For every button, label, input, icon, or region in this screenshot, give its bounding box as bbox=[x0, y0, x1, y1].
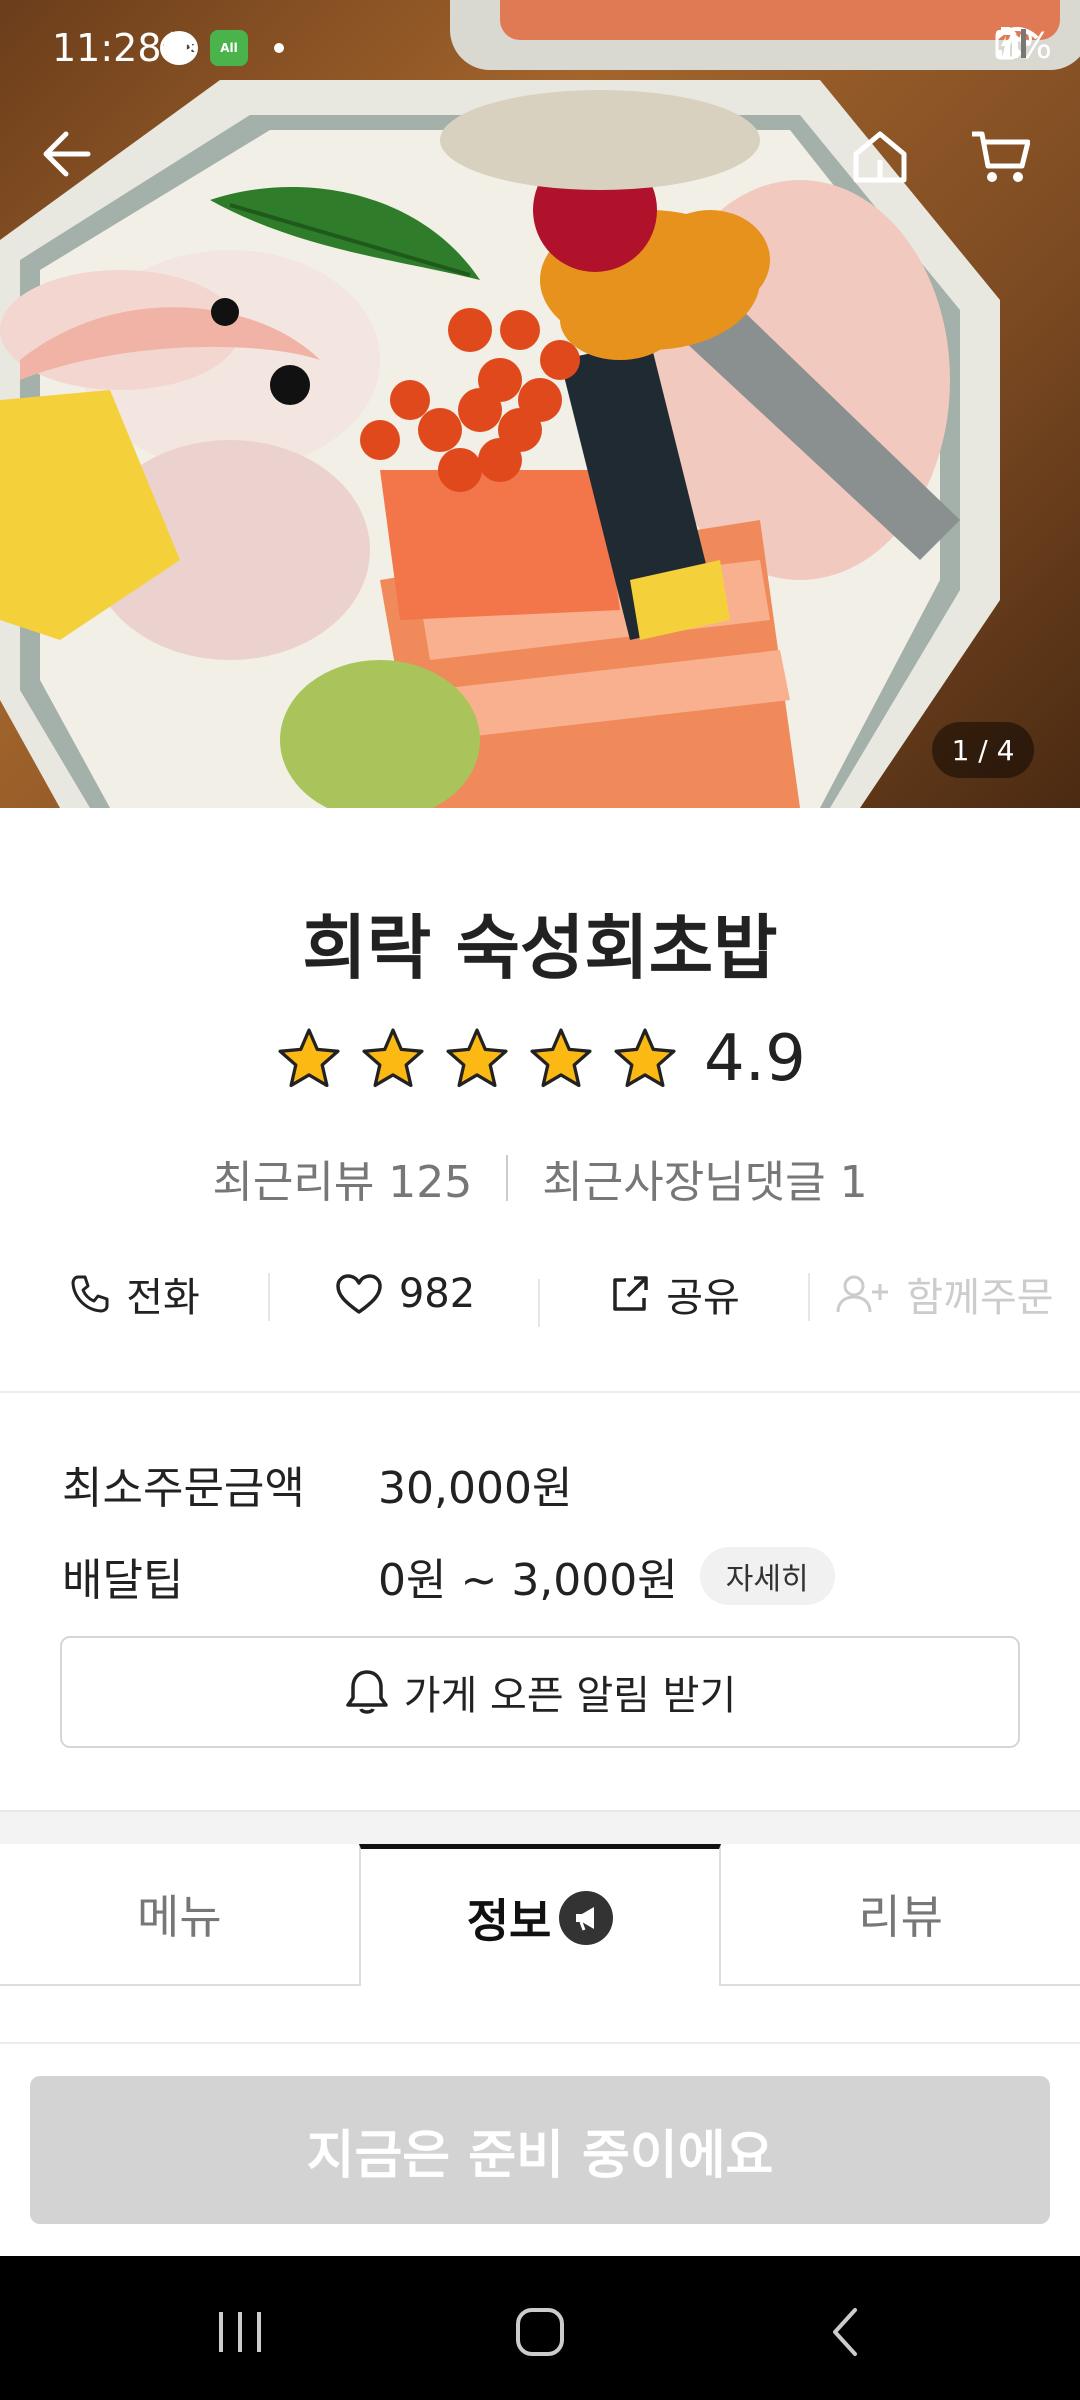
tab-review-label: 리뷰 bbox=[858, 1890, 943, 1944]
status-time: 11:28 bbox=[52, 26, 162, 70]
delivery-tip-label: 배달팁 bbox=[62, 1555, 184, 1606]
store-name: 희락 숙성회초밥 bbox=[302, 907, 778, 989]
system-status: 7% bbox=[995, 26, 1052, 67]
star-icon bbox=[446, 1028, 508, 1088]
cart-icon bbox=[972, 131, 1030, 182]
divider bbox=[506, 1155, 509, 1201]
open-notification-button[interactable]: 가게 오픈 알림 받기 bbox=[60, 1636, 1020, 1748]
sushi-bowl-image bbox=[0, 0, 1080, 808]
min-order-label: 최소주문금액 bbox=[62, 1463, 305, 1514]
recent-apps-button[interactable] bbox=[200, 2292, 280, 2372]
min-order-value: 30,000원 bbox=[378, 1463, 573, 1514]
rating-value: 4.9 bbox=[704, 1022, 806, 1096]
more-notifications-dot bbox=[274, 43, 284, 53]
delivery-tip-detail-button[interactable]: 자세히 bbox=[699, 1547, 835, 1605]
recent-reviews-link[interactable]: 최근리뷰 125 bbox=[212, 1146, 472, 1210]
delivery-tip-value: 0원 ~ 3,000원 bbox=[378, 1555, 678, 1606]
share-icon bbox=[613, 1276, 648, 1311]
cart-button[interactable] bbox=[970, 130, 1040, 200]
call-button[interactable]: 전화 bbox=[0, 1265, 270, 1323]
all-app-icon: All bbox=[210, 30, 248, 66]
tab-menu-label: 메뉴 bbox=[137, 1890, 222, 1944]
status-bar: 11:28 TALK All bbox=[0, 0, 1080, 100]
home-square-icon bbox=[516, 2308, 564, 2356]
home-icon bbox=[853, 131, 907, 183]
section-divider bbox=[0, 1391, 1080, 1393]
like-count: 982 bbox=[398, 1271, 476, 1317]
group-order-label: 함께주문 bbox=[906, 1275, 1054, 1321]
section-gap bbox=[0, 1810, 1080, 1844]
tab-info[interactable]: 정보 bbox=[358, 1844, 722, 1986]
star-icon bbox=[278, 1028, 340, 1088]
home-button[interactable] bbox=[852, 130, 922, 200]
order-button-disabled[interactable]: 지금은 준비 중이에요 bbox=[30, 2076, 1050, 2224]
bell-icon bbox=[345, 1670, 388, 1714]
review-summary: 최근리뷰 125 최근사장님댓글 1 bbox=[0, 1146, 1080, 1210]
star-icon bbox=[362, 1028, 424, 1088]
system-navigation-bar bbox=[0, 2256, 1080, 2400]
back-arrow-icon bbox=[43, 131, 91, 177]
like-button[interactable]: 982 bbox=[270, 1271, 540, 1327]
tab-info-label: 정보 bbox=[466, 1893, 552, 1948]
rating: 4.9 bbox=[276, 1022, 806, 1096]
notification-icons: TALK All bbox=[160, 30, 284, 66]
delivery-tip-row: 배달팁 0원 ~ 3,000원 자세히 bbox=[62, 1544, 835, 1608]
store-photo[interactable]: 11:28 TALK All bbox=[0, 0, 1080, 808]
battery-charging-icon bbox=[995, 27, 1014, 59]
store-tabs: 메뉴 정보 리뷰 bbox=[0, 1844, 1080, 1986]
tab-review[interactable]: 리뷰 bbox=[721, 1844, 1080, 1986]
image-page-indicator: 1 / 4 bbox=[932, 722, 1034, 778]
star-icon bbox=[614, 1028, 676, 1088]
phone-icon bbox=[71, 1275, 109, 1313]
back-chevron-icon bbox=[833, 2308, 857, 2356]
megaphone-icon bbox=[559, 1890, 614, 1945]
recent-apps-icon bbox=[219, 2312, 261, 2352]
home-nav-button[interactable] bbox=[500, 2292, 580, 2372]
section-divider bbox=[0, 2042, 1080, 2044]
action-bar: 전화 982 공유 함께주문 bbox=[0, 1254, 1080, 1334]
group-order-button[interactable]: 함께주문 bbox=[810, 1265, 1080, 1323]
heart-icon bbox=[336, 1274, 382, 1314]
call-label: 전화 bbox=[126, 1275, 200, 1321]
back-button[interactable] bbox=[40, 130, 110, 200]
share-label: 공유 bbox=[666, 1275, 740, 1321]
owner-replies-link[interactable]: 최근사장님댓글 1 bbox=[542, 1146, 867, 1210]
star-icon bbox=[530, 1028, 592, 1088]
coffee-cup-icon bbox=[164, 31, 193, 58]
add-person-icon bbox=[836, 1275, 889, 1313]
back-nav-button[interactable] bbox=[805, 2292, 885, 2372]
share-button[interactable]: 공유 bbox=[540, 1265, 810, 1323]
min-order-row: 최소주문금액 30,000원 bbox=[62, 1452, 572, 1516]
open-notification-label: 가게 오픈 알림 받기 bbox=[403, 1673, 737, 1719]
tab-menu[interactable]: 메뉴 bbox=[0, 1844, 359, 1986]
